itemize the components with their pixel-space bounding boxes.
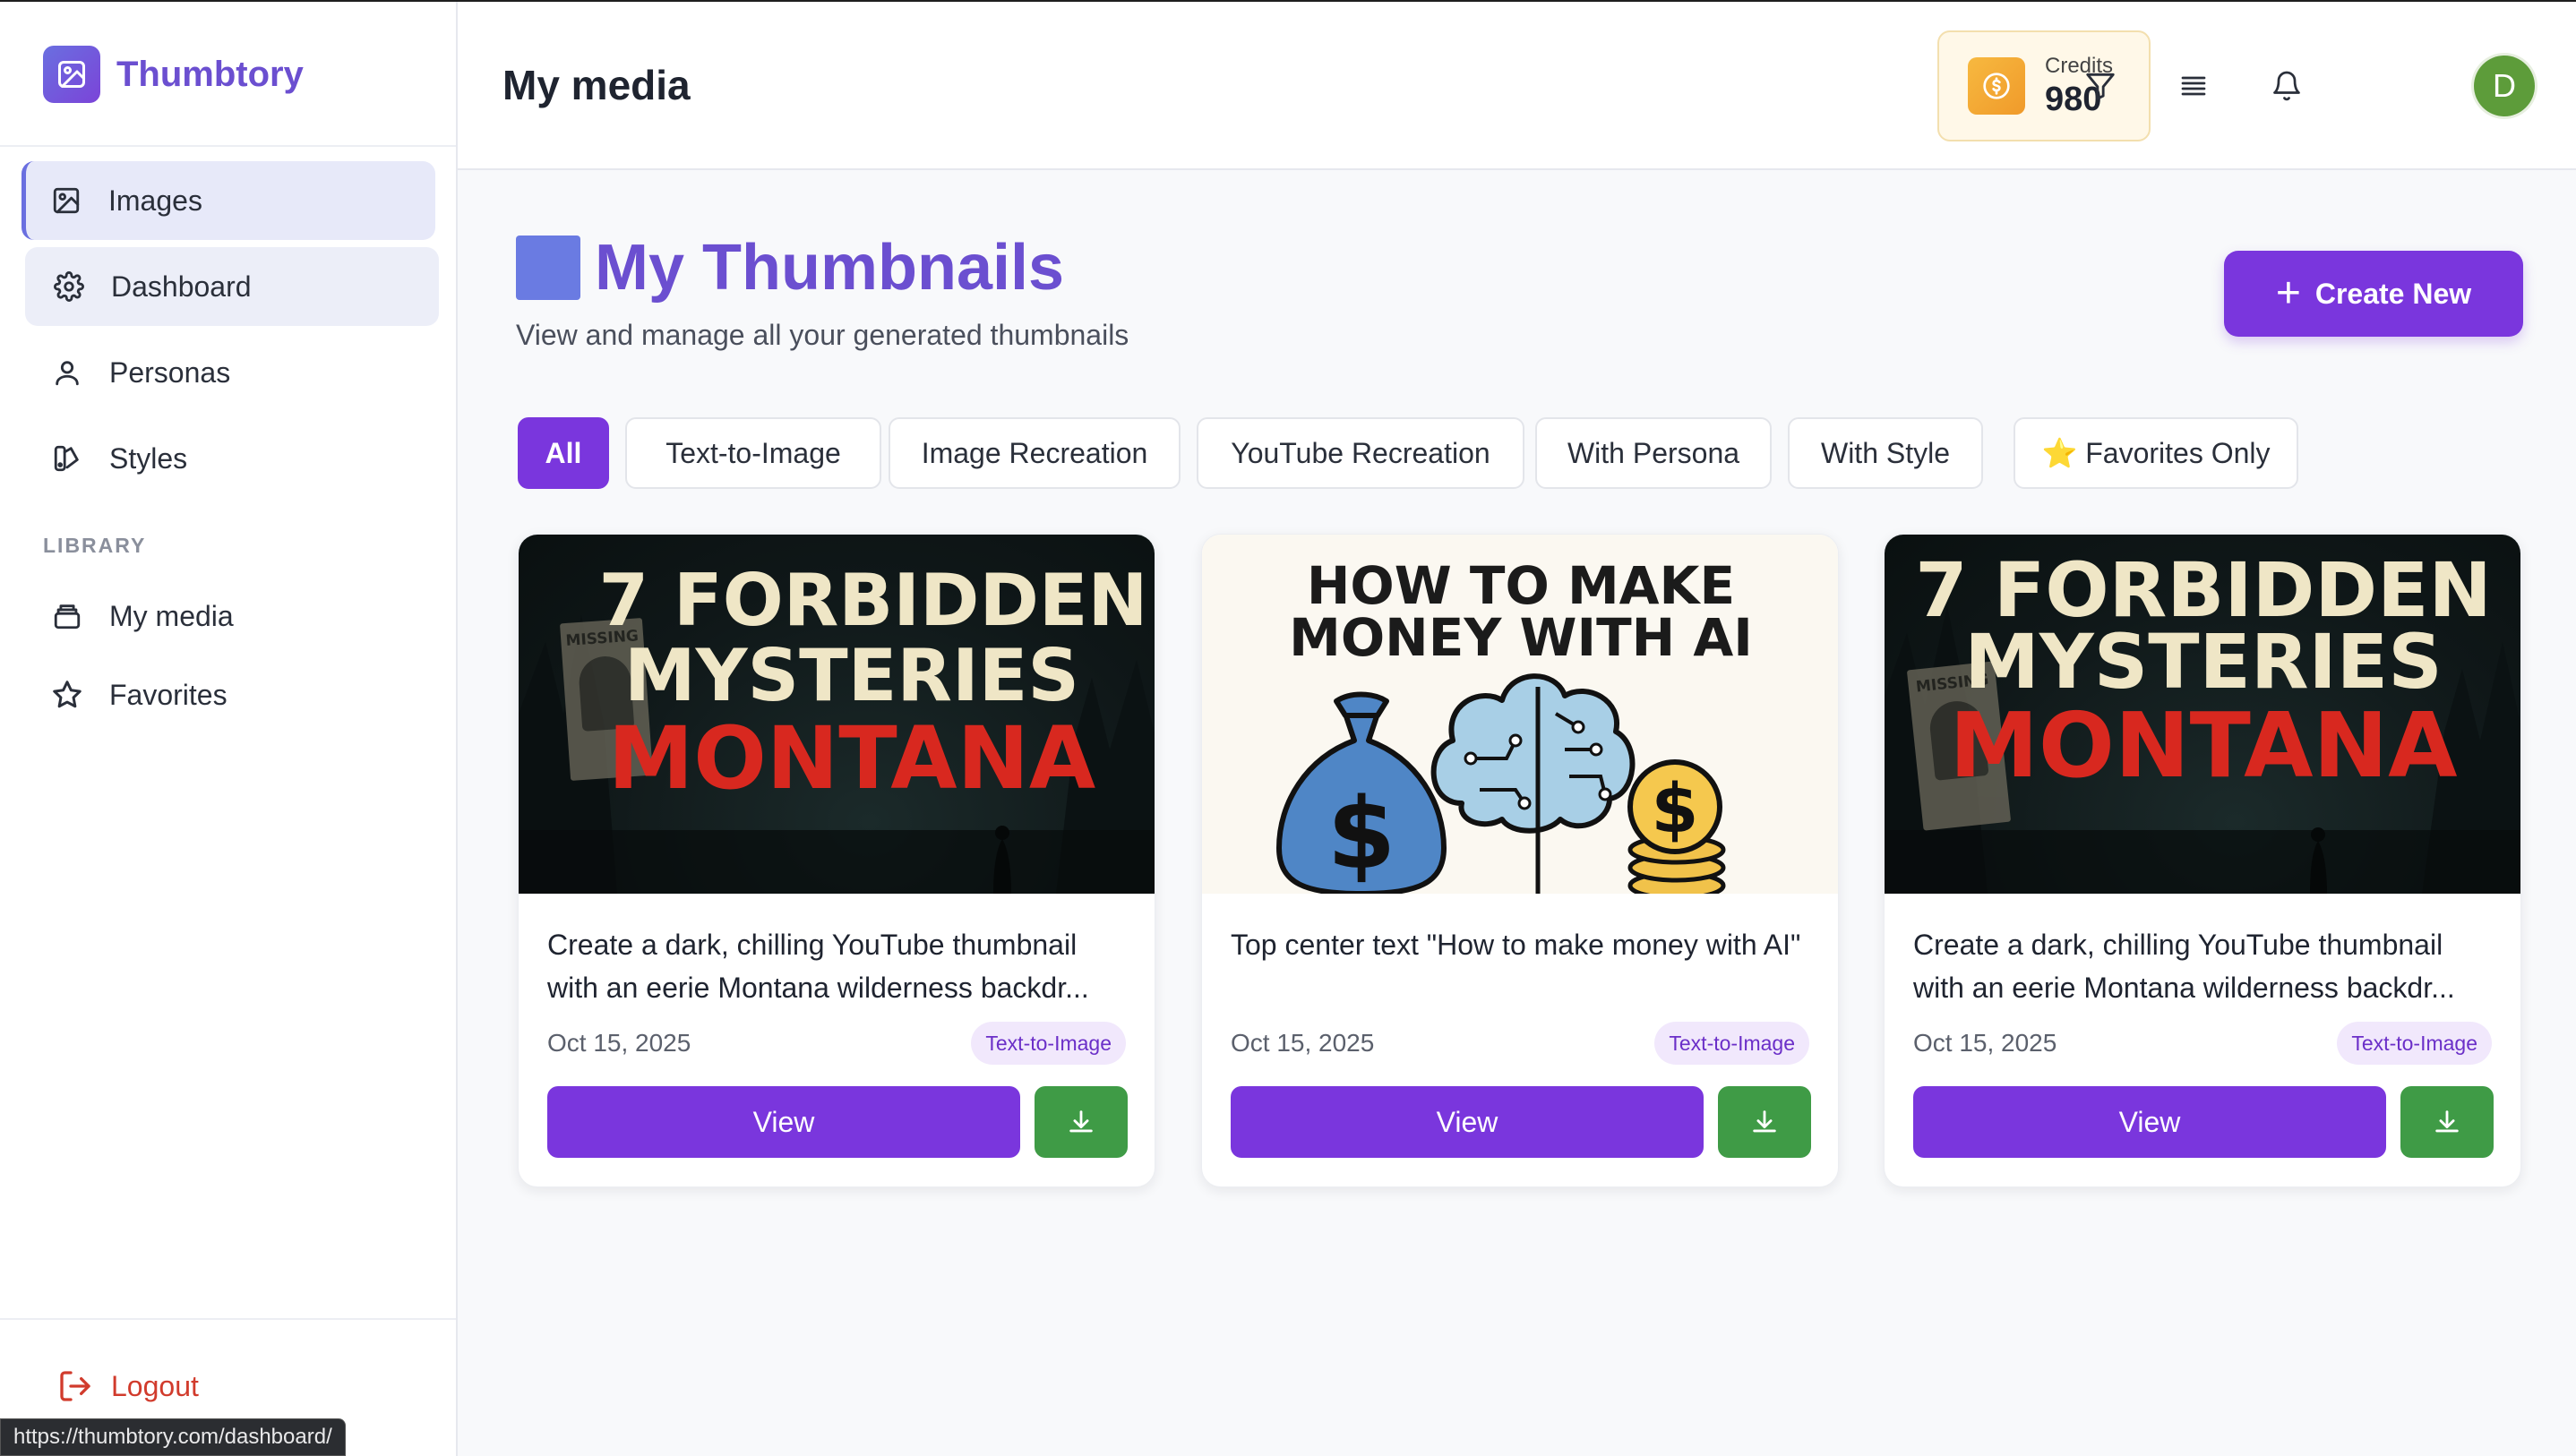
view-button[interactable]: View (1231, 1086, 1704, 1158)
sidebar-item-label: Favorites (109, 678, 228, 711)
card-date: Oct 15, 2025 (547, 1029, 691, 1057)
main-title-row: My Thumbnails (516, 231, 1064, 304)
filter-button[interactable] (2081, 66, 2120, 106)
list-icon (2181, 76, 2206, 96)
filter-chip-favorites-only[interactable]: ⭐ Favorites Only (2014, 417, 2298, 489)
svg-text:$: $ (1327, 776, 1396, 891)
sidebar-section-library: LIBRARY (43, 534, 147, 557)
card-prompt: Top center text "How to make money with … (1231, 929, 1801, 961)
thumb-line-3: MONTANA (607, 708, 1096, 809)
card-date: Oct 15, 2025 (1231, 1029, 1375, 1057)
top-header: My media Credits 980 D (458, 2, 2576, 170)
sidebar-divider (0, 145, 456, 147)
filter-chip-all[interactable]: All (518, 417, 609, 489)
page-title: My media (502, 62, 691, 108)
create-new-label: Create New (2314, 277, 2472, 310)
stack-icon (50, 599, 84, 633)
card-type-tag: Text-to-Image (2337, 1022, 2492, 1065)
thumbnail-image[interactable]: HOW TO MAKE MONEY WITH AI $ $ (1202, 535, 1838, 894)
thumbnail-card: MISSING 7 FORBIDDEN MYSTERIES MONTANA Cr… (1884, 534, 2521, 1187)
thumbnail-card: HOW TO MAKE MONEY WITH AI $ $ Top center… (1201, 534, 1839, 1187)
download-button[interactable] (1035, 1086, 1128, 1158)
notifications-button[interactable] (2267, 66, 2306, 106)
thumbnail-image[interactable]: MISSING 7 FORBIDDEN MYSTERIES MONTANA (519, 535, 1155, 894)
download-button[interactable] (2400, 1086, 2494, 1158)
coin-icon (1968, 57, 2025, 115)
status-bar-url: https://thumbtory.com/dashboard/ (0, 1418, 346, 1456)
plus-icon: + (2275, 270, 2301, 317)
thumbnail-image[interactable]: MISSING 7 FORBIDDEN MYSTERIES MONTANA (1885, 535, 2520, 894)
thumbnail-card: MISSING 7 FORBIDDEN MYSTERIES MONTANA Cr… (518, 534, 1155, 1187)
sidebar-item-label: Dashboard (111, 270, 252, 303)
sidebar-item-my-media[interactable]: My media (23, 577, 437, 655)
sidebar-item-label: Images (108, 184, 202, 217)
list-view-button[interactable] (2174, 66, 2213, 106)
download-button[interactable] (1718, 1086, 1811, 1158)
card-type-tag: Text-to-Image (971, 1022, 1126, 1065)
image-icon (49, 184, 83, 218)
filter-chip-with-style[interactable]: With Style (1788, 417, 1983, 489)
thumb-line-1: 7 FORBIDDEN (1915, 546, 2492, 634)
view-button[interactable]: View (547, 1086, 1020, 1158)
filter-chip-image-recreation[interactable]: Image Recreation (889, 417, 1181, 489)
thumb-line-3: MONTANA (1949, 693, 2458, 798)
bell-icon (2273, 71, 2300, 101)
view-button[interactable]: View (1913, 1086, 2386, 1158)
title-decoration (516, 236, 580, 300)
sidebar-item-images[interactable]: Images (21, 161, 435, 240)
sidebar-item-personas[interactable]: Personas (23, 333, 437, 412)
thumb-line-2: MYSTERIES (1964, 618, 2443, 706)
filter-chip-text-to-image[interactable]: Text-to-Image (625, 417, 881, 489)
filter-chip-youtube-recreation[interactable]: YouTube Recreation (1197, 417, 1524, 489)
sidebar-item-label: Styles (109, 441, 188, 475)
brand[interactable]: Thumbtory (43, 45, 304, 104)
logout-icon (57, 1368, 93, 1404)
window-top-border (0, 0, 2576, 2)
download-icon (2435, 1110, 2459, 1133)
thumb-line-1: 7 FORBIDDEN (598, 559, 1148, 642)
sidebar-item-styles[interactable]: Styles (23, 419, 437, 498)
download-icon (1753, 1110, 1776, 1133)
star-icon (50, 678, 84, 712)
brand-logo-icon (43, 46, 100, 103)
filter-chip-with-persona[interactable]: With Persona (1535, 417, 1772, 489)
thumb-line-2: MYSTERIES (623, 634, 1079, 717)
main-subtitle: View and manage all your generated thumb… (516, 319, 1129, 351)
avatar[interactable]: D (2474, 56, 2535, 116)
palette-icon (50, 441, 84, 475)
user-icon (50, 355, 84, 390)
sidebar: Thumbtory Images Dashboard Personas Styl… (0, 2, 458, 1456)
sidebar-item-favorites[interactable]: Favorites (23, 655, 437, 734)
download-icon (1069, 1110, 1093, 1133)
sidebar-bottom-divider (0, 1318, 456, 1320)
brand-name: Thumbtory (116, 54, 304, 94)
sidebar-item-label: Personas (109, 355, 231, 389)
card-type-tag: Text-to-Image (1654, 1022, 1809, 1065)
svg-text:$: $ (1652, 768, 1699, 848)
money-brain-illustration: $ $ (1276, 673, 1726, 894)
filter-icon (2086, 73, 2115, 100)
create-new-button[interactable]: + Create New (2224, 251, 2523, 337)
sidebar-item-dashboard[interactable]: Dashboard (25, 247, 439, 326)
logout-label: Logout (111, 1369, 199, 1402)
card-date: Oct 15, 2025 (1913, 1029, 2057, 1057)
logout-button[interactable]: Logout (57, 1368, 199, 1404)
card-prompt: Create a dark, chilling YouTube thumbnai… (547, 929, 1089, 1004)
card-prompt: Create a dark, chilling YouTube thumbnai… (1913, 929, 2455, 1004)
main-title: My Thumbnails (595, 232, 1065, 304)
sidebar-item-label: My media (109, 599, 234, 632)
gear-icon (52, 270, 86, 304)
